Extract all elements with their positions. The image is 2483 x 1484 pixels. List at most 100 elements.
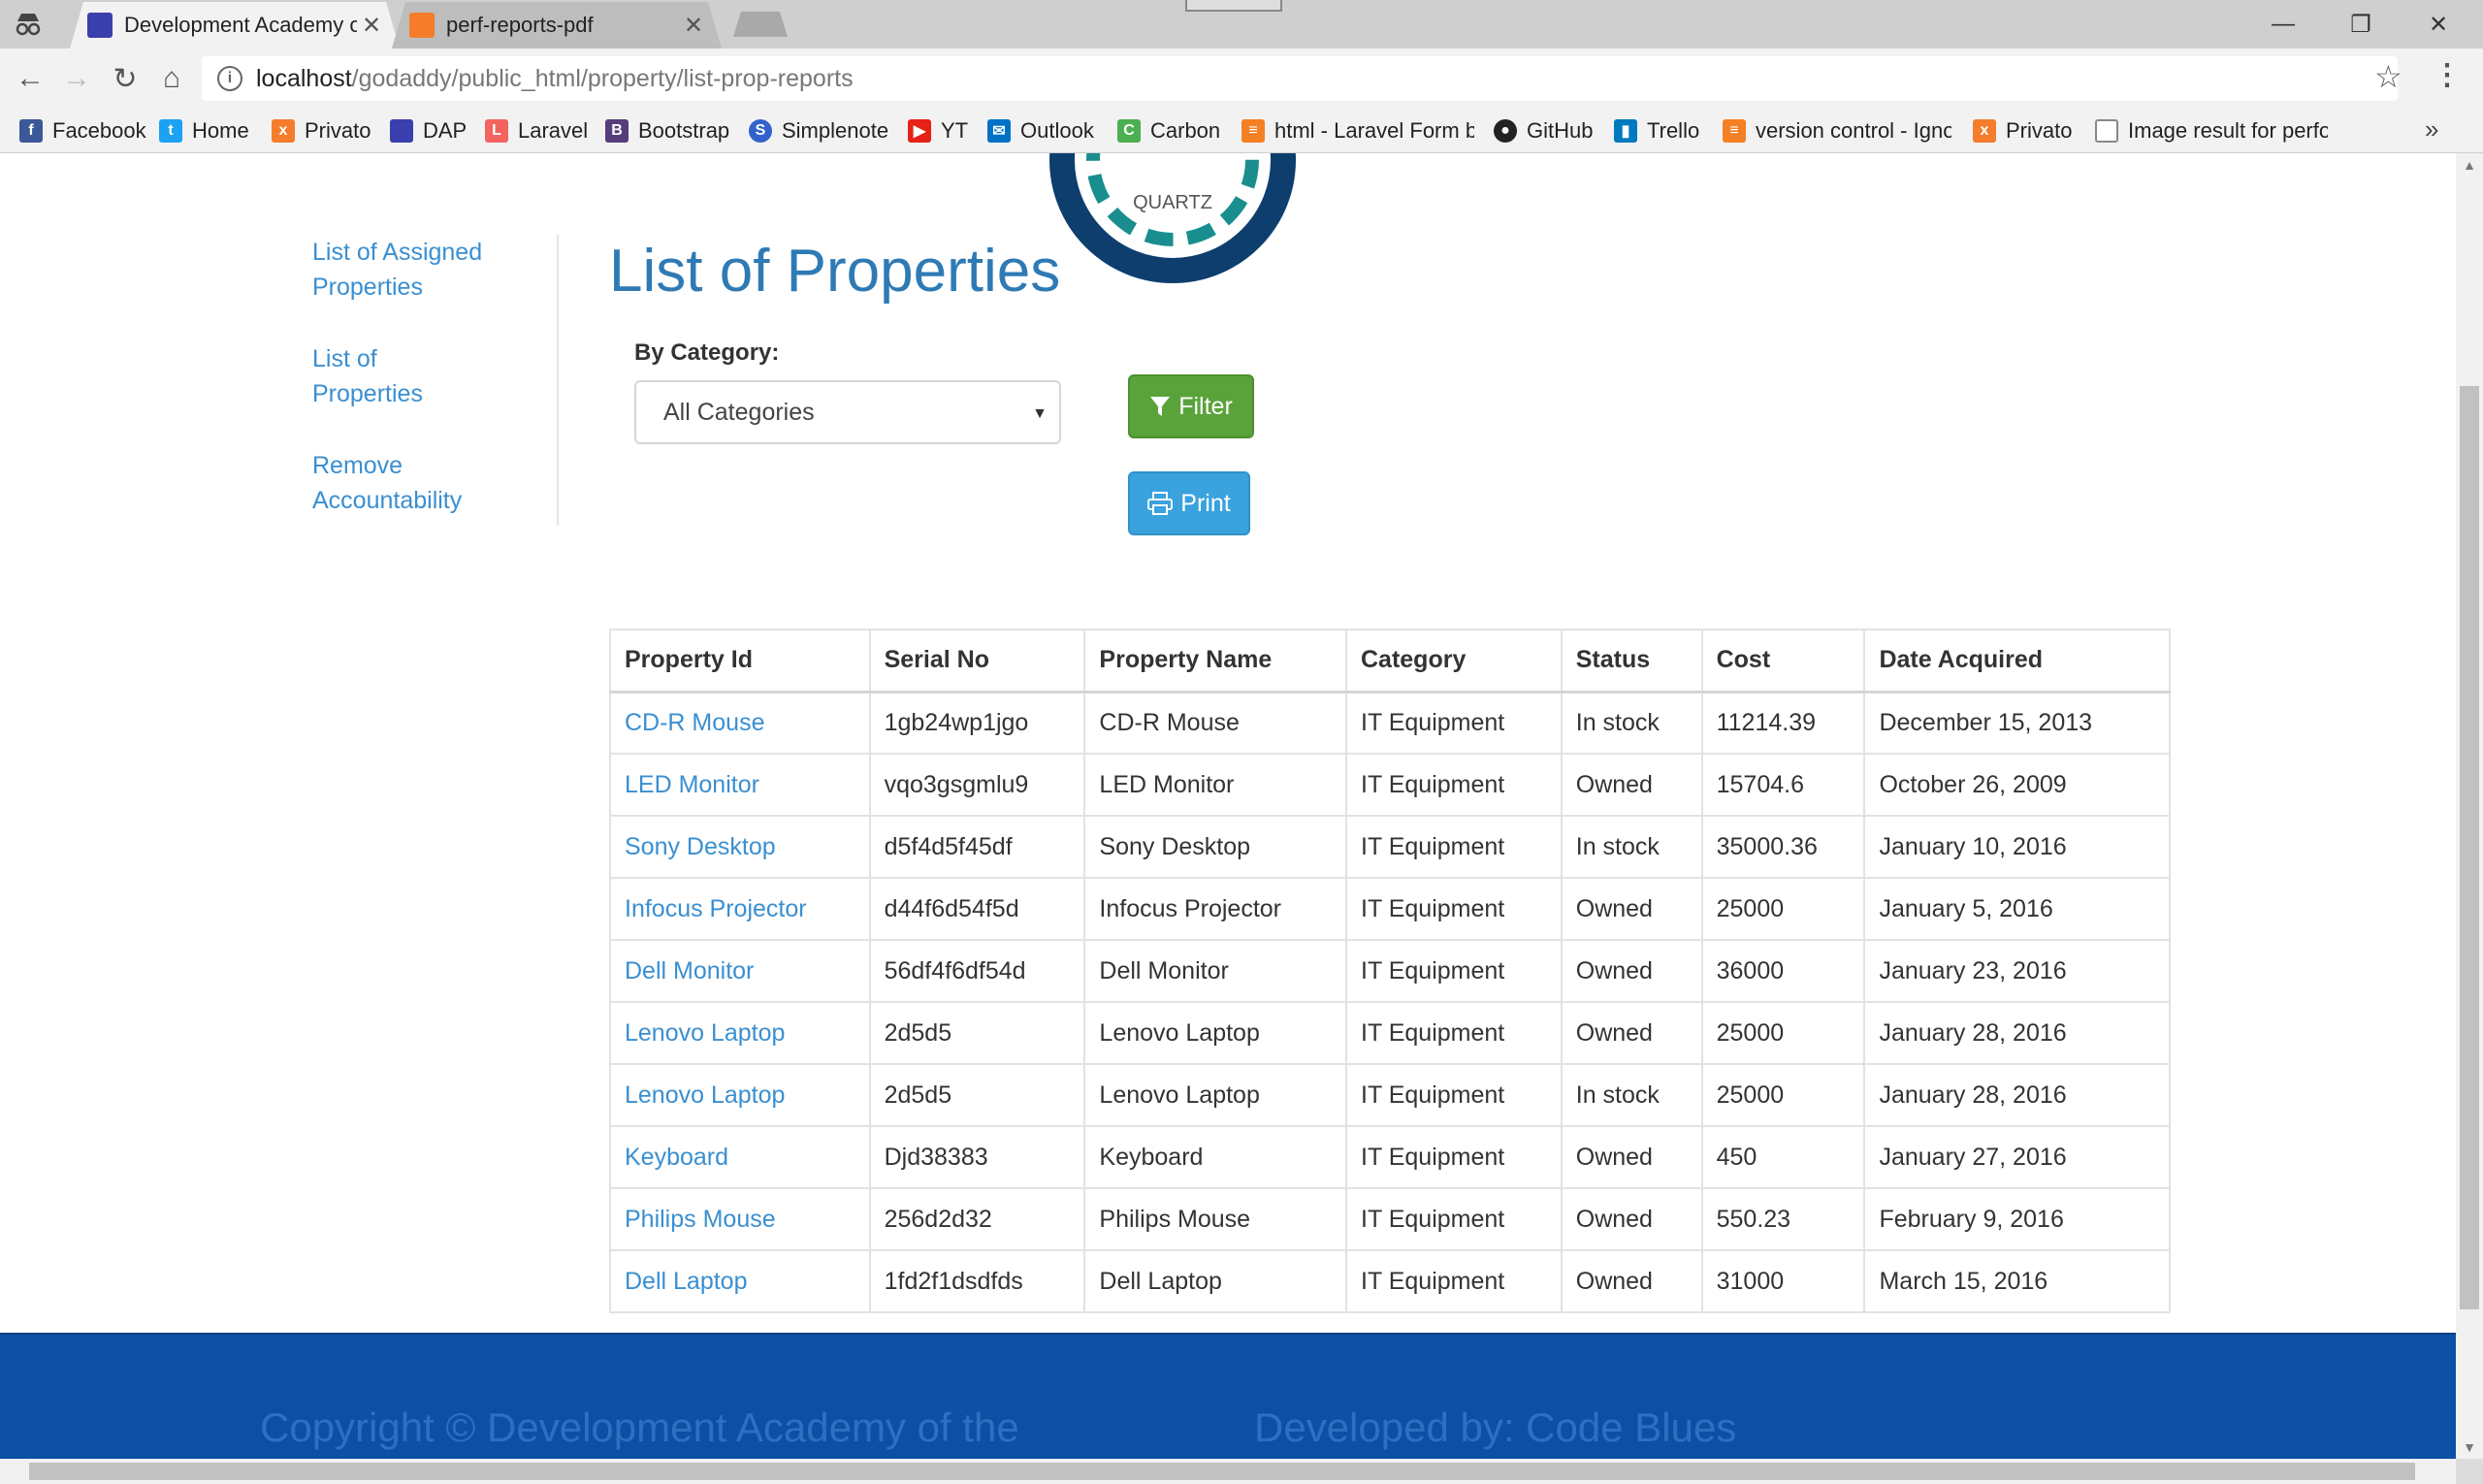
table-row: Keyboard Djd38383 Keyboard IT Equipment Owne… [609, 1125, 2171, 1189]
restore-icon[interactable]: ❐ [2322, 0, 2400, 48]
table-cell: December 15, 2013 [1863, 691, 2171, 755]
sidebar-item-assigned-properties[interactable]: List of Assigned Properties [291, 235, 485, 305]
property-id-link[interactable]: LED Monitor [609, 753, 871, 817]
table-cell: Infocus Projector [1083, 877, 1347, 941]
outlook-icon: ✉ [987, 119, 1011, 143]
table-cell: January 27, 2016 [1863, 1125, 2171, 1189]
property-id-link[interactable]: Keyboard [609, 1125, 871, 1189]
vertical-scroll-thumb[interactable] [2460, 386, 2479, 1309]
table-cell: Owned [1560, 1125, 1703, 1189]
browser-menu-icon[interactable]: ⋮ [2433, 58, 2462, 92]
table-row: Dell Monitor 56df4f6df54d Dell Monitor IT E… [609, 939, 2171, 1003]
laravel-icon: L [485, 119, 508, 143]
table-cell: Lenovo Laptop [1083, 1063, 1347, 1127]
bookmark-bootstrap[interactable]: B Bootstrap [605, 109, 729, 153]
table-cell: 15704.6 [1700, 753, 1866, 817]
horizontal-scroll-thumb[interactable] [29, 1463, 2415, 1480]
carbon-icon: C [1117, 119, 1141, 143]
youtube-icon: ▶ [908, 119, 931, 143]
scroll-up-icon[interactable]: ▲ [2456, 157, 2483, 173]
sidebar-item-remove-accountability[interactable]: Remove Accountability [291, 448, 485, 518]
reload-icon[interactable]: ↻ [103, 56, 147, 101]
bookmark-version-control[interactable]: ≡ version control - Igno [1723, 109, 1951, 153]
incognito-icon [16, 14, 41, 36]
table-cell: Philips Mouse [1083, 1187, 1347, 1251]
address-bar[interactable]: i localhost/godaddy/public_html/property… [202, 56, 2398, 101]
site-info-icon[interactable]: i [217, 66, 242, 91]
table-cell: CD-R Mouse [1083, 691, 1347, 755]
window-drag-handle [1185, 0, 1282, 12]
dropdown-caret-icon: ▼ [1032, 405, 1048, 422]
bookmark-privato[interactable]: x Privato [272, 109, 371, 153]
table-row: LED Monitor vqo3gsgmlu9 LED Monitor IT Equi… [609, 753, 2171, 817]
table-cell: 31000 [1700, 1249, 1866, 1313]
table-row: Dell Laptop 1fd2f1dsdfds Dell Laptop IT Equ… [609, 1249, 2171, 1313]
table-cell: IT Equipment [1345, 691, 1563, 755]
minimize-icon[interactable]: — [2244, 0, 2322, 48]
bookmark-privato-2[interactable]: x Privato [1973, 109, 2072, 153]
bookmark-laravel-form[interactable]: ≡ html - Laravel Form b [1242, 109, 1474, 153]
column-header: Property Id [609, 629, 871, 694]
close-tab-icon[interactable]: ✕ [357, 12, 386, 40]
table-cell: October 26, 2009 [1863, 753, 2171, 817]
bookmark-carbon[interactable]: C Carbon [1117, 109, 1220, 153]
bookmark-simplenote[interactable]: S Simplenote [749, 109, 888, 153]
table-cell: d5f4d5f45df [868, 815, 1086, 879]
sidebar-item-list-of-properties[interactable]: List of Properties [291, 341, 485, 411]
table-cell: IT Equipment [1345, 1125, 1563, 1189]
table-cell: Lenovo Laptop [1083, 1001, 1347, 1065]
more-bookmarks-icon[interactable]: » [2425, 114, 2438, 145]
table-cell: 1gb24wp1jgo [868, 691, 1086, 755]
forward-icon[interactable]: → [54, 56, 99, 101]
table-cell: January 5, 2016 [1863, 877, 2171, 941]
tab-development-academy[interactable]: Development Academy of the ✕ [70, 2, 400, 48]
table-cell: In stock [1560, 691, 1703, 755]
bookmark-yt[interactable]: ▶ YT [908, 109, 968, 153]
bookmark-laravel[interactable]: L Laravel [485, 109, 588, 153]
home-icon[interactable]: ⌂ [149, 56, 194, 101]
stackoverflow-icon: ≡ [1723, 119, 1746, 143]
category-select[interactable]: All Categories ▼ [634, 380, 1061, 444]
property-id-link[interactable]: Dell Laptop [609, 1249, 871, 1313]
property-id-link[interactable]: Sony Desktop [609, 815, 871, 879]
property-id-link[interactable]: Philips Mouse [609, 1187, 871, 1251]
bookmark-image-result[interactable]: Image result for perfo [2095, 109, 2328, 153]
scroll-down-icon[interactable]: ▼ [2456, 1439, 2483, 1455]
table-cell: Owned [1560, 939, 1703, 1003]
vertical-scrollbar[interactable]: ▲ ▼ [2456, 153, 2483, 1459]
table-row: Philips Mouse 256d2d32 Philips Mouse IT Equ… [609, 1187, 2171, 1251]
bookmark-github[interactable]: ● GitHub [1494, 109, 1593, 153]
table-cell: IT Equipment [1345, 753, 1563, 817]
back-icon[interactable]: ← [8, 56, 52, 101]
table-cell: In stock [1560, 1063, 1703, 1127]
table-cell: Owned [1560, 1001, 1703, 1065]
table-cell: January 28, 2016 [1863, 1001, 2171, 1065]
tab-strip: Development Academy of the ✕ perf-report… [0, 0, 2483, 48]
table-cell: Keyboard [1083, 1125, 1347, 1189]
bookmark-dap[interactable]: DAP [390, 109, 467, 153]
bookmark-facebook[interactable]: f Facebook [19, 109, 146, 153]
bookmark-star-icon[interactable]: ☆ [2374, 58, 2402, 95]
close-tab-icon[interactable]: ✕ [679, 12, 708, 40]
bootstrap-icon: B [605, 119, 629, 143]
bookmark-trello[interactable]: ▮ Trello [1614, 109, 1699, 153]
bookmark-outlook[interactable]: ✉ Outlook [987, 109, 1094, 153]
trello-icon: ▮ [1614, 119, 1637, 143]
table-cell: 450 [1700, 1125, 1866, 1189]
print-button[interactable]: Print [1128, 471, 1250, 535]
new-tab-button[interactable] [733, 12, 788, 37]
tab-perf-reports-pdf[interactable]: perf-reports-pdf ✕ [392, 2, 722, 48]
table-cell: IT Equipment [1345, 1063, 1563, 1127]
table-cell: In stock [1560, 815, 1703, 879]
property-id-link[interactable]: CD-R Mouse [609, 691, 871, 755]
table-cell: d44f6d54f5d [868, 877, 1086, 941]
filter-button[interactable]: Filter [1128, 374, 1254, 438]
horizontal-scrollbar[interactable] [0, 1459, 2456, 1484]
property-id-link[interactable]: Infocus Projector [609, 877, 871, 941]
page-footer: Copyright © Development Academy of the D… [0, 1333, 2456, 1459]
property-id-link[interactable]: Lenovo Laptop [609, 1063, 871, 1127]
property-id-link[interactable]: Lenovo Laptop [609, 1001, 871, 1065]
property-id-link[interactable]: Dell Monitor [609, 939, 871, 1003]
close-window-icon[interactable]: ✕ [2400, 0, 2477, 48]
bookmark-home[interactable]: t Home [159, 109, 249, 153]
